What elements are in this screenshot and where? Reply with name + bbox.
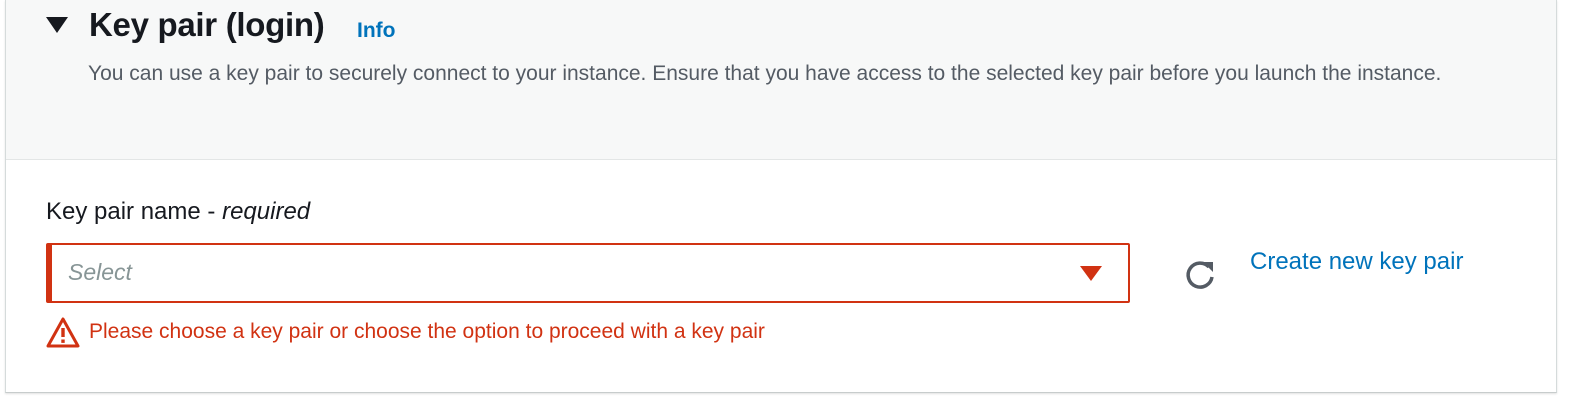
field-label-text: Key pair name - [46, 198, 223, 225]
key-pair-name-label: Key pair name - required [46, 198, 310, 226]
refresh-icon[interactable] [1181, 256, 1219, 294]
collapse-caret-icon[interactable] [46, 17, 68, 33]
key-pair-select[interactable]: Select [46, 243, 1130, 303]
warning-icon [46, 317, 80, 348]
section-title: Key pair (login) [89, 6, 325, 43]
validation-error-text: Please choose a key pair or choose the o… [89, 320, 765, 343]
create-new-key-pair-link[interactable]: Create new key pair [1250, 248, 1463, 276]
required-marker: required [222, 198, 311, 225]
info-link[interactable]: Info [357, 19, 395, 43]
section-description: You can use a key pair to securely conne… [88, 62, 1442, 85]
section-header: Key pair (login) Info You can use a key … [6, 0, 1556, 160]
select-placeholder: Select [68, 259, 132, 285]
key-pair-section: Key pair (login) Info You can use a key … [5, 0, 1557, 393]
dropdown-caret-icon [1080, 266, 1102, 281]
